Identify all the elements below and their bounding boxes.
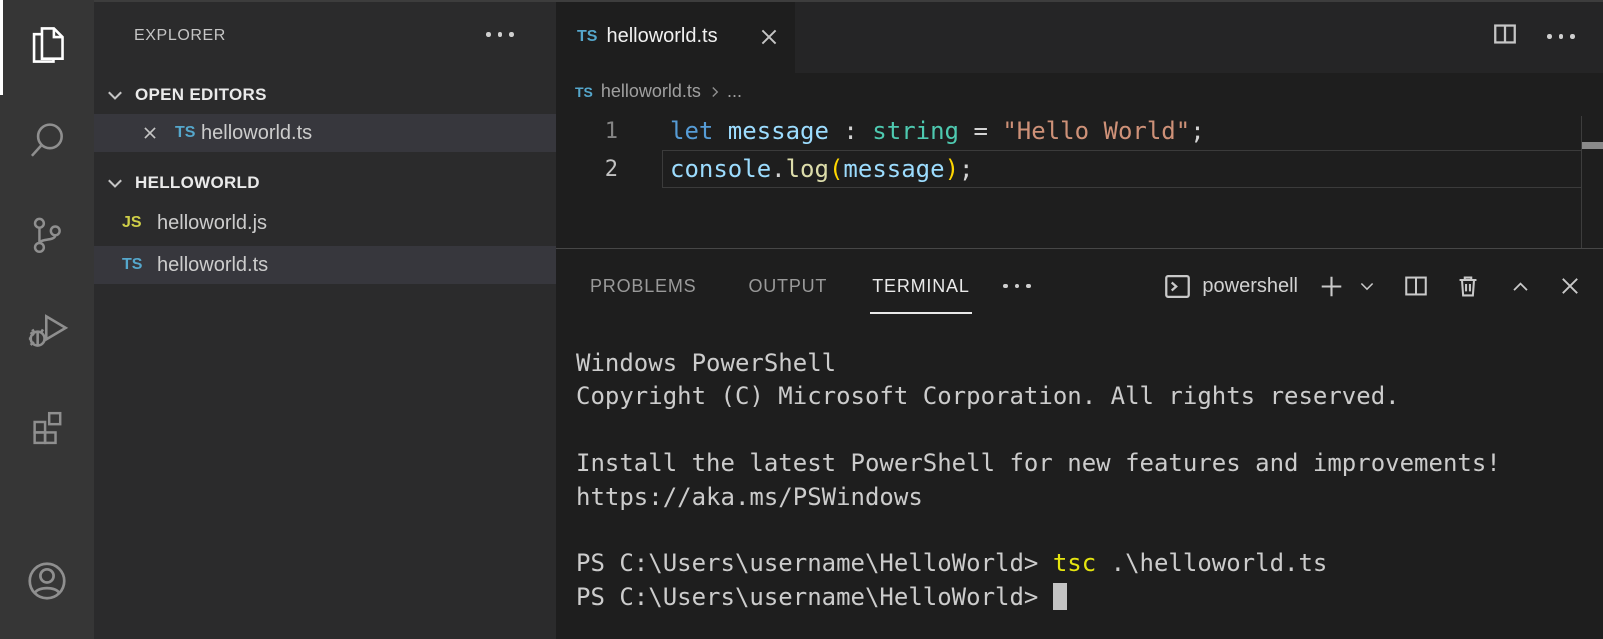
section-label: OPEN EDITORS (135, 85, 267, 105)
breadcrumb[interactable]: TS helloworld.ts ... (556, 73, 1603, 110)
search-icon (24, 117, 70, 168)
kill-terminal-trash-button[interactable] (1455, 273, 1481, 299)
overview-ruler-cursor-decoration (1582, 142, 1603, 149)
line-number: 2 (556, 157, 618, 182)
sidebar-title: EXPLORER (134, 27, 226, 45)
terminal-line: https://aka.ms/PSWindows (576, 481, 1603, 514)
terminal-line: PS C:\Users\username\HelloWorld> tsc .\h… (576, 547, 1603, 580)
tab-helloworld-ts[interactable]: TS helloworld.ts (556, 0, 795, 73)
activity-item-source-control[interactable] (0, 190, 94, 285)
workspace-section-header[interactable]: HELLOWORLD (94, 164, 556, 202)
account-icon (23, 557, 71, 610)
terminal-line: Copyright (C) Microsoft Corporation. All… (576, 380, 1603, 413)
terminal-cursor (1053, 583, 1067, 610)
activity-item-accounts[interactable] (0, 536, 94, 631)
chevron-down-icon (104, 172, 126, 194)
tab-output[interactable]: OUTPUT (748, 255, 827, 317)
breadcrumb-file[interactable]: helloworld.ts (601, 81, 701, 102)
extensions-icon (25, 403, 69, 452)
ts-file-icon: TS (575, 84, 593, 100)
terminal-prompt-line: PS C:\Users\username\HelloWorld> (576, 581, 1603, 614)
activity-item-run-debug[interactable] (0, 285, 94, 380)
new-terminal-button[interactable] (1318, 273, 1345, 300)
source-control-icon (25, 213, 69, 262)
terminal-line: Install the latest PowerShell for new fe… (576, 447, 1603, 480)
editor-more-actions-button[interactable] (1544, 34, 1579, 39)
ellipsis-icon (483, 32, 518, 37)
ellipsis-icon (1544, 34, 1579, 39)
vscode-window: EXPLORER OPEN EDITORS TS helloworld.ts H… (0, 0, 1603, 639)
maximize-panel-chevron-up-icon[interactable] (1509, 275, 1532, 298)
line-number: 1 (556, 119, 618, 144)
file-name: helloworld.ts (201, 122, 312, 145)
sidebar-more-actions-button[interactable] (483, 32, 518, 37)
section-label: HELLOWORLD (135, 173, 260, 193)
close-tab-icon[interactable] (757, 25, 781, 49)
ts-file-icon: TS (122, 256, 148, 274)
ellipsis-icon (1000, 284, 1035, 289)
panel-tab-bar: PROBLEMS OUTPUT TERMINAL (590, 255, 1034, 317)
overview-ruler[interactable] (1581, 116, 1582, 248)
chevron-right-icon (707, 84, 723, 100)
panel-more-actions-button[interactable] (1000, 284, 1035, 289)
terminal-line (576, 514, 1603, 547)
terminal-output[interactable]: Windows PowerShell Copyright (C) Microso… (556, 317, 1603, 639)
activity-bar (0, 0, 94, 639)
split-terminal-button[interactable] (1403, 273, 1429, 299)
activity-item-extensions[interactable] (0, 380, 94, 475)
files-icon (24, 22, 70, 73)
terminal-prompt-text: PS C:\Users\username\HelloWorld> (576, 583, 1053, 611)
terminal-actions: powershell (1163, 255, 1582, 317)
js-file-icon: JS (122, 214, 148, 232)
file-item-helloworld-ts[interactable]: TS helloworld.ts (94, 246, 556, 284)
explorer-sidebar: EXPLORER OPEN EDITORS TS helloworld.ts H… (94, 0, 556, 639)
tab-terminal[interactable]: TERMINAL (872, 255, 969, 317)
activity-item-explorer[interactable] (0, 0, 94, 95)
editor-tab-bar: TS helloworld.ts (556, 0, 1603, 73)
code-line-1: 1 let message : string = "Hello World"; (556, 112, 1582, 150)
shell-label[interactable]: powershell (1202, 275, 1298, 298)
bottom-panel: PROBLEMS OUTPUT TERMINAL powershell (556, 248, 1603, 639)
close-icon[interactable] (137, 120, 163, 146)
tab-label: helloworld.ts (606, 25, 717, 48)
open-editor-item-helloworld-ts[interactable]: TS helloworld.ts (94, 114, 556, 152)
split-editor-button[interactable] (1492, 21, 1518, 52)
open-editors-section-header[interactable]: OPEN EDITORS (94, 76, 556, 114)
terminal-line: Windows PowerShell (576, 347, 1603, 380)
file-item-helloworld-js[interactable]: JS helloworld.js (94, 204, 556, 242)
ts-file-icon: TS (175, 124, 201, 142)
code-line-2: 2 console.log(message); (556, 150, 1582, 188)
file-name: helloworld.ts (157, 254, 268, 277)
code-editor[interactable]: 1 let message : string = "Hello World"; … (556, 110, 1603, 248)
terminal-shell-icon (1163, 272, 1192, 301)
editor-group: TS helloworld.ts TS helloworld.ts (556, 0, 1603, 639)
file-name: helloworld.js (157, 212, 267, 235)
breadcrumb-symbol[interactable]: ... (727, 81, 742, 102)
terminal-line (576, 414, 1603, 447)
code-text: let message : string = "Hello World"; (670, 117, 1205, 145)
close-panel-button[interactable] (1558, 274, 1582, 298)
activity-item-search[interactable] (0, 95, 94, 190)
ts-file-icon: TS (577, 28, 597, 46)
chevron-down-icon (104, 84, 126, 106)
debug-icon (24, 307, 70, 358)
tab-problems[interactable]: PROBLEMS (590, 255, 696, 317)
launch-profile-chevron-down-icon[interactable] (1357, 276, 1377, 296)
code-text: console.log(message); (670, 155, 973, 183)
